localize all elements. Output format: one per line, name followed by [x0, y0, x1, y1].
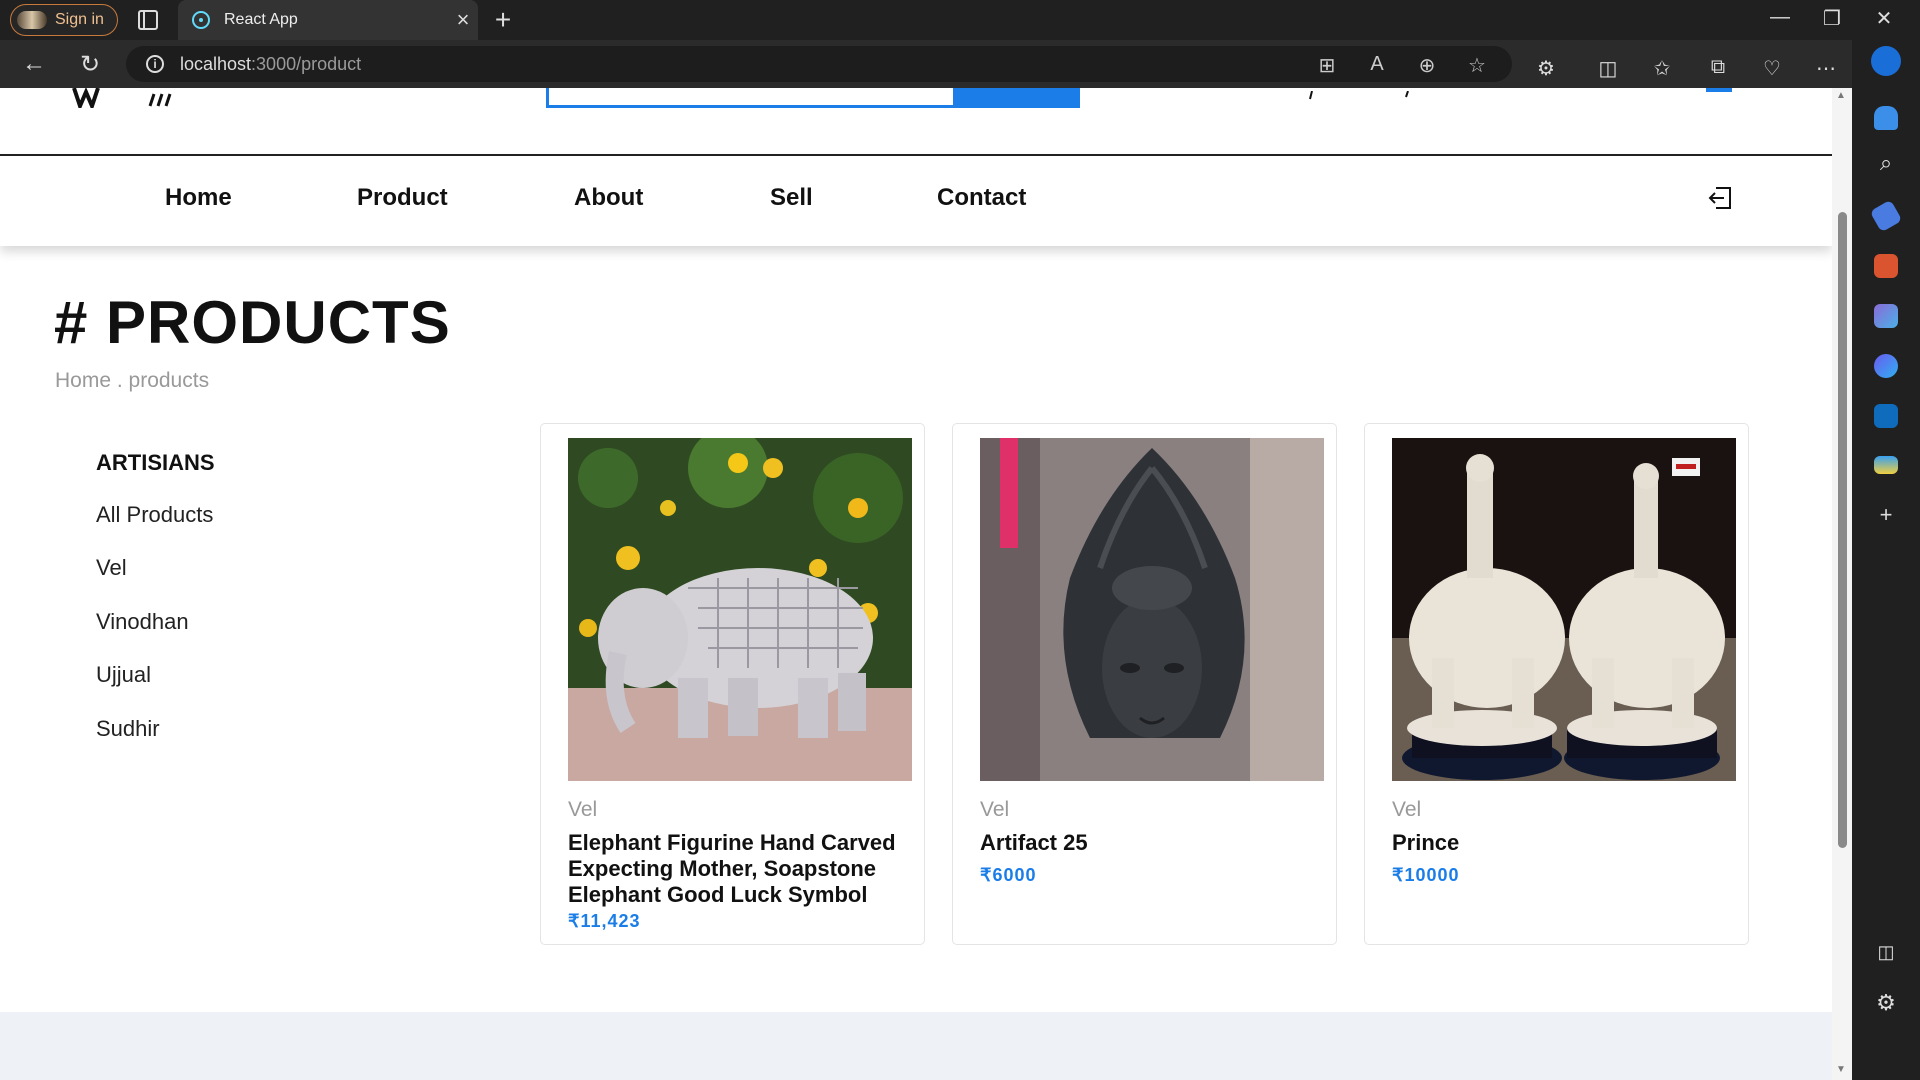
page-scrollbar[interactable]: ▲ ▼ — [1832, 88, 1852, 1080]
url-text: localhost:3000/product — [180, 53, 362, 74]
product-price: ₹10000 — [1392, 865, 1460, 885]
product-price: ₹11,423 — [568, 911, 641, 931]
tab-title: React App — [224, 11, 298, 28]
cart-icon[interactable] — [1706, 88, 1732, 92]
address-bar-row: ← ↻ i localhost:3000/product ⊞ A ⊕ ☆ ⚙ ◫… — [0, 40, 1920, 88]
filter-ujjual[interactable]: Ujjual — [96, 662, 151, 688]
scrollbar-thumb[interactable] — [1838, 212, 1847, 848]
react-favicon-icon — [192, 11, 210, 29]
nav-contact[interactable]: Contact — [937, 184, 1026, 212]
collections-icon[interactable]: ⧉ — [1704, 56, 1732, 79]
url-field[interactable]: i localhost:3000/product ⊞ A ⊕ ☆ — [126, 46, 1512, 82]
product-artisan: Vel — [568, 798, 598, 821]
product-artisan: Vel — [980, 798, 1010, 821]
profile-label: Sign in — [55, 11, 104, 28]
shopping-tag-icon[interactable] — [1869, 199, 1903, 233]
zoom-icon[interactable]: ⊕ — [1414, 53, 1440, 78]
product-image-prince[interactable] — [1392, 438, 1736, 781]
outlook-icon[interactable] — [1874, 404, 1898, 428]
tab-actions-icon[interactable] — [138, 10, 158, 30]
search-input[interactable] — [546, 88, 956, 108]
restore-icon[interactable]: ❐ — [1810, 6, 1854, 31]
product-image-artifact[interactable] — [980, 438, 1324, 781]
account-icon[interactable] — [1308, 88, 1418, 106]
favorites-icon[interactable]: ✩ — [1648, 56, 1676, 81]
notifications-icon[interactable] — [1874, 106, 1898, 130]
product-price: ₹6000 — [980, 865, 1037, 885]
filter-vinodhan[interactable]: Vinodhan — [96, 609, 189, 635]
filter-all-products[interactable]: All Products — [96, 502, 213, 528]
main-navbar: Home Product About Sell Contact — [0, 156, 1832, 246]
more-menu-icon[interactable]: ⋯ — [1812, 56, 1840, 81]
product-image-elephant[interactable] — [568, 438, 912, 781]
tools-briefcase-icon[interactable] — [1874, 254, 1898, 278]
read-aloud-icon[interactable]: A — [1364, 53, 1390, 76]
browser-tab[interactable]: React App × — [178, 0, 478, 40]
page-footer — [0, 1012, 1832, 1080]
breadcrumb[interactable]: Home . products — [55, 369, 209, 393]
profile-avatar — [17, 11, 47, 29]
browser-sidebar: ⌕ + ◫ ⚙ — [1852, 40, 1920, 1080]
product-card[interactable]: Vel Elephant Figurine Hand Carved Expect… — [540, 423, 925, 945]
copilot-icon[interactable] — [1871, 46, 1901, 76]
filter-vel[interactable]: Vel — [96, 555, 127, 581]
product-name[interactable]: Elephant Figurine Hand Carved Expecting … — [568, 830, 908, 908]
split-screen-icon[interactable]: ◫ — [1594, 56, 1622, 81]
app-available-icon[interactable]: ⊞ — [1314, 53, 1340, 78]
drop-icon[interactable] — [1874, 456, 1898, 474]
product-name[interactable]: Prince — [1392, 830, 1732, 856]
search-icon[interactable]: ⌕ — [1870, 150, 1902, 176]
extensions-icon[interactable]: ⚙ — [1532, 56, 1560, 81]
nav-about[interactable]: About — [574, 184, 643, 212]
minimize-icon[interactable]: — — [1758, 6, 1802, 29]
site-header — [0, 88, 1832, 154]
scroll-up-arrow-icon[interactable]: ▲ — [1836, 90, 1846, 101]
tab-close-icon[interactable]: × — [448, 7, 478, 33]
browser-tab-bar: Sign in React App × + — ❐ ✕ — [0, 0, 1920, 40]
sidebar-settings-gear-icon[interactable]: ⚙ — [1870, 990, 1902, 1016]
product-name[interactable]: Artifact 25 — [980, 830, 1320, 856]
back-icon[interactable]: ← — [18, 50, 50, 78]
site-info-icon[interactable]: i — [146, 55, 164, 73]
nav-product[interactable]: Product — [357, 184, 448, 212]
add-sidebar-app-icon[interactable]: + — [1870, 502, 1902, 528]
search-button[interactable] — [956, 88, 1080, 108]
artisans-heading: ARTISIANS — [96, 450, 215, 475]
product-artisan: Vel — [1392, 798, 1422, 821]
page-title: # PRODUCTS — [54, 289, 451, 356]
window-close-icon[interactable]: ✕ — [1862, 6, 1906, 31]
nav-sell[interactable]: Sell — [770, 184, 813, 212]
page-viewport: Home Product About Sell Contact # PRODUC… — [0, 88, 1832, 1080]
refresh-icon[interactable]: ↻ — [74, 50, 106, 79]
filter-sudhir[interactable]: Sudhir — [96, 716, 160, 742]
hide-sidebar-icon[interactable]: ◫ — [1870, 942, 1902, 963]
performance-icon[interactable]: ♡ — [1758, 56, 1786, 81]
scroll-down-arrow-icon[interactable]: ▼ — [1836, 1064, 1846, 1075]
games-icon[interactable] — [1874, 304, 1898, 328]
microsoft365-icon[interactable] — [1874, 354, 1898, 378]
new-tab-icon[interactable]: + — [488, 4, 518, 36]
site-logo[interactable] — [70, 88, 190, 112]
product-card[interactable]: Vel Prince ₹10000 — [1364, 423, 1749, 945]
favorite-star-icon[interactable]: ☆ — [1464, 53, 1490, 78]
product-card[interactable]: Vel Artifact 25 ₹6000 — [952, 423, 1337, 945]
nav-home[interactable]: Home — [165, 184, 232, 212]
profile-button[interactable]: Sign in — [10, 4, 118, 36]
logout-icon[interactable] — [1706, 184, 1734, 212]
